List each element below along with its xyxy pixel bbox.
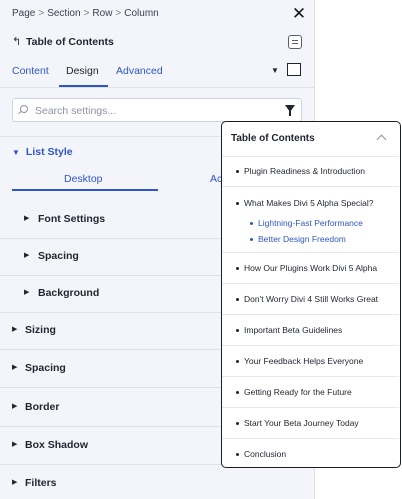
toc-item[interactable]: How Our Plugins Work Divi 5 Alpha [222,253,399,284]
toc-item[interactable]: Plugin Readiness & Introduction [222,156,399,187]
toc-item-label[interactable]: Getting Ready for the Future [244,387,352,397]
toc-item-label[interactable]: Plugin Readiness & Introduction [244,166,365,176]
breadcrumb-separator: > [115,8,122,19]
breadcrumb-separator: > [38,8,45,19]
breadcrumb-page[interactable]: Page [12,8,35,19]
toc-item[interactable]: Your Feedback Helps Everyone [222,346,399,377]
tab-content[interactable]: Content [12,65,49,77]
bullet-icon [250,238,253,241]
chevron-up-icon[interactable] [376,134,387,145]
group-label: Spacing [25,362,66,374]
group-label: Font Settings [38,213,106,225]
caret-right-icon: ▶ [24,289,30,296]
caret-down-icon[interactable]: ▼ [271,66,279,75]
toc-item-label[interactable]: Start Your Beta Journey Today [244,418,359,428]
group-label: Filters [25,477,57,489]
active-tab-indicator [59,85,108,87]
bullet-icon [236,202,239,205]
breadcrumb-separator: > [83,8,90,19]
toc-item-label[interactable]: What Makes Divi 5 Alpha Special? [244,198,373,208]
back-arrow-icon[interactable]: ↰ [12,35,21,48]
group-label: Border [25,401,60,413]
module-title-bar: ↰ Table of Contents [0,28,314,56]
breadcrumb-section[interactable]: Section [47,8,80,19]
caret-right-icon: ▶ [12,479,18,486]
caret-right-icon: ▶ [24,252,30,259]
toc-item[interactable]: Conclusion [222,439,399,467]
toc-item-label[interactable]: How Our Plugins Work Divi 5 Alpha [244,263,377,273]
breadcrumb-row[interactable]: Row [92,8,112,19]
group-label: Box Shadow [25,439,89,451]
bullet-icon [236,298,239,301]
toc-item[interactable]: Don't Worry Divi 4 Still Works Great [222,284,399,315]
toc-header[interactable]: Table of Contents [222,122,399,157]
search-field[interactable] [12,98,302,122]
bullet-icon [250,222,253,225]
caret-down-icon: ▼ [12,148,20,157]
bullet-icon [236,170,239,173]
group-label: Spacing [38,250,79,262]
toc-title: Table of Contents [231,133,315,144]
breadcrumb-column[interactable]: Column [124,8,158,19]
breadcrumb: Page > Section > Row > Column [12,8,159,19]
device-tab-indicator [12,189,158,191]
caret-right-icon: ▶ [12,441,18,448]
toc-subitem-label[interactable]: Better Design Freedom [258,234,346,244]
bullet-icon [236,391,239,394]
list-style-heading: List Style [25,146,73,158]
breadcrumb-bar: Page > Section > Row > Column ✕ [0,0,314,28]
tab-design[interactable]: Design [66,65,99,77]
toc-item[interactable]: Getting Ready for the Future [222,377,399,408]
group-filters[interactable]: ▶ Filters [0,466,314,499]
toc-item-label[interactable]: Conclusion [244,449,286,459]
tab-advanced[interactable]: Advanced [116,65,163,77]
bullet-icon [236,267,239,270]
search-icon [20,105,28,113]
module-settings-icon[interactable] [288,35,302,49]
toc-subitem-label[interactable]: Lightning-Fast Performance [258,218,363,228]
bullet-icon [236,360,239,363]
bullet-icon [236,329,239,332]
caret-right-icon: ▶ [12,403,18,410]
caret-right-icon: ▶ [12,326,18,333]
table-of-contents-preview: Table of Contents Plugin Readiness & Int… [221,121,401,468]
settings-tabs: Content Design Advanced ▼ [0,56,314,88]
caret-right-icon: ▶ [24,215,30,222]
toc-item-label[interactable]: Your Feedback Helps Everyone [244,356,363,366]
device-tab-desktop[interactable]: Desktop [64,173,103,185]
bullet-icon [236,453,239,456]
toc-item[interactable]: Important Beta Guidelines [222,315,399,346]
toc-item[interactable]: What Makes Divi 5 Alpha Special? Lightni… [222,187,399,253]
group-label: Sizing [25,324,56,336]
close-icon[interactable]: ✕ [290,5,308,23]
group-label: Background [38,287,100,299]
bullet-icon [236,422,239,425]
toc-item-label[interactable]: Important Beta Guidelines [244,325,342,335]
filter-icon[interactable] [285,105,295,116]
search-input[interactable] [33,102,277,120]
toc-item[interactable]: Start Your Beta Journey Today [222,408,399,439]
module-title: Table of Contents [26,36,114,48]
caret-right-icon: ▶ [12,364,18,371]
toc-item-label[interactable]: Don't Worry Divi 4 Still Works Great [244,294,378,304]
list-style-toggle[interactable]: ▼ List Style [12,146,73,158]
square-icon[interactable] [287,63,301,76]
